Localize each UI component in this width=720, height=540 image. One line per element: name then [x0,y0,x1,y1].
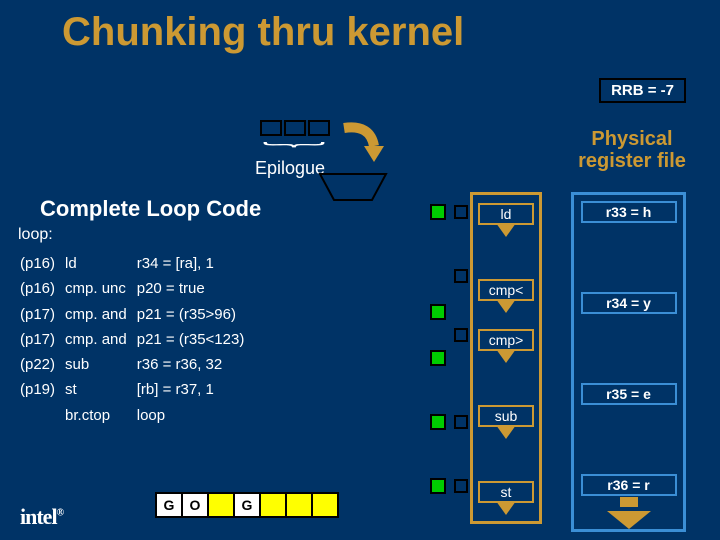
code-row: (p16)ldr34 = [ra], 1 [20,252,252,275]
code-cell: (p16) [20,252,63,275]
physical-register-file-label: Physical register file [562,128,702,172]
code-row: (p17)cmp. andp21 = (r35<123) [20,328,252,351]
pipe-stage-cmp: cmp< [478,279,534,301]
reg-cell: r33 = h [581,201,677,223]
marker-green [430,304,446,320]
go-cell: G [155,492,183,518]
down-arrow-icon [496,501,516,515]
code-cell: loop [137,404,253,427]
code-cell: (p19) [20,378,63,401]
marker-green [430,204,446,220]
code-cell: st [65,378,135,401]
complete-loop-heading: Complete Loop Code [40,196,261,222]
code-row: (p22)subr36 = r36, 32 [20,353,252,376]
register-file-column: r33 = h r34 = y r35 = e r36 = r [571,192,686,532]
pipe-stage-ld: ld [478,203,534,225]
epilogue-label: Epilogue [255,158,325,179]
code-cell: p21 = (r35>96) [137,303,253,326]
pipe-stage-sub: sub [478,405,534,427]
funnel-icon [318,172,388,202]
marker-green [430,478,446,494]
marker-outline [454,205,468,219]
code-cell: p21 = (r35<123) [137,328,253,351]
code-cell [20,404,63,427]
rrb-value-box: RRB = -7 [599,78,686,103]
marker-outline [454,415,468,429]
code-cell: (p17) [20,303,63,326]
epilogue-box [260,120,282,136]
code-row: (p19)st[rb] = r37, 1 [20,378,252,401]
code-cell: cmp. and [65,303,135,326]
code-cell: [rb] = r37, 1 [137,378,253,401]
marker-outline [454,479,468,493]
code-row: (p16)cmp. uncp20 = true [20,277,252,300]
down-arrow-icon [496,425,516,439]
reg-cell: r35 = e [581,383,677,405]
code-cell: (p22) [20,353,63,376]
code-cell: r34 = [ra], 1 [137,252,253,275]
pipe-stage-cmp: cmp> [478,329,534,351]
code-cell: br.ctop [65,404,135,427]
code-cell: cmp. and [65,328,135,351]
code-row: br.ctoploop [20,404,252,427]
reg-cell: r36 = r [581,474,677,496]
go-cell: G [233,492,261,518]
page-title: Chunking thru kernel [62,10,464,55]
curve-arrow-icon [340,120,390,168]
code-listing: (p16)ldr34 = [ra], 1(p16)cmp. uncp20 = t… [18,250,254,429]
code-row: (p17)cmp. andp21 = (r35>96) [20,303,252,326]
pipe-stage-st: st [478,481,534,503]
go-cell [285,492,313,518]
arrow-stem [620,497,638,507]
go-cell [259,492,287,518]
loop-label: loop: [18,226,53,244]
marker-outline [454,269,468,283]
code-cell: p20 = true [137,277,253,300]
code-cell: r36 = r36, 32 [137,353,253,376]
marker-green [430,414,446,430]
reg-cell: r34 = y [581,292,677,314]
down-arrow-icon [496,349,516,363]
marker-outline [454,328,468,342]
epilogue-boxes [260,120,330,136]
epilogue-box [284,120,306,136]
pipeline-column: ld cmp< cmp> sub st [470,192,542,524]
intel-logo: intel® [20,504,63,530]
go-track: GOG [155,492,339,518]
down-arrow-icon [496,223,516,237]
code-cell: cmp. unc [65,277,135,300]
down-arrow-icon [607,511,651,529]
code-cell: (p16) [20,277,63,300]
down-arrow-icon [496,299,516,313]
code-cell: ld [65,252,135,275]
code-cell: (p17) [20,328,63,351]
go-cell [311,492,339,518]
go-cell [207,492,235,518]
go-cell: O [181,492,209,518]
epilogue-box [308,120,330,136]
marker-green [430,350,446,366]
code-cell: sub [65,353,135,376]
